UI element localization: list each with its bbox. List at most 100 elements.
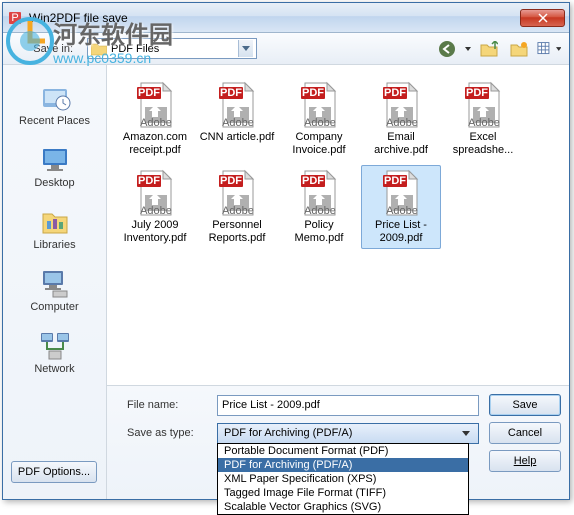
svg-text:Adobe: Adobe xyxy=(386,205,418,217)
view-menu-button[interactable] xyxy=(537,37,561,61)
file-item[interactable]: PDF Adobe Policy Memo.pdf xyxy=(279,165,359,249)
file-list[interactable]: PDF Adobe Amazon.com receipt.pdf PDF Ado… xyxy=(107,65,569,385)
close-button[interactable] xyxy=(520,9,565,27)
filename-input[interactable] xyxy=(217,395,479,416)
save-dialog: P Win2PDF file save Save in: PDF Files xyxy=(2,2,570,500)
savein-combo[interactable]: PDF Files xyxy=(87,38,257,59)
file-name: Excel spreadshe... xyxy=(445,131,521,157)
place-label: Recent Places xyxy=(19,115,90,127)
main-area: PDF Adobe Amazon.com receipt.pdf PDF Ado… xyxy=(107,65,569,499)
svg-text:PDF: PDF xyxy=(302,87,324,99)
toolbar: Save in: PDF Files xyxy=(3,33,569,65)
file-name: Personnel Reports.pdf xyxy=(199,219,275,245)
dropdown-option[interactable]: Tagged Image File Format (TIFF) xyxy=(218,486,468,500)
pdf-options-button[interactable]: PDF Options... xyxy=(11,461,97,483)
chevron-down-icon xyxy=(556,47,562,51)
svg-text:PDF: PDF xyxy=(384,87,406,99)
folder-icon xyxy=(91,42,107,56)
places-bar: Recent Places Desktop Libraries Computer xyxy=(3,65,107,499)
pdf-file-icon: PDF Adobe xyxy=(131,81,179,129)
svg-text:P: P xyxy=(11,12,18,24)
desktop-icon xyxy=(39,143,71,175)
pdf-file-icon: PDF Adobe xyxy=(377,81,425,129)
svg-text:PDF: PDF xyxy=(302,175,324,187)
type-value: PDF for Archiving (PDF/A) xyxy=(224,427,460,439)
dropdown-option[interactable]: PDF for Archiving (PDF/A) xyxy=(218,458,468,472)
svg-text:PDF: PDF xyxy=(384,175,406,187)
svg-text:Adobe: Adobe xyxy=(222,205,254,217)
libraries-icon xyxy=(39,205,71,237)
pdf-file-icon: PDF Adobe xyxy=(377,169,425,217)
file-name: Policy Memo.pdf xyxy=(281,219,357,245)
place-desktop[interactable]: Desktop xyxy=(10,139,100,193)
new-folder-icon xyxy=(510,41,528,57)
file-item[interactable]: PDF Adobe Email archive.pdf xyxy=(361,77,441,161)
type-dropdown[interactable]: Portable Document Format (PDF)PDF for Ar… xyxy=(217,443,469,515)
svg-text:Adobe: Adobe xyxy=(140,205,172,217)
titlebar: P Win2PDF file save xyxy=(3,3,569,33)
svg-text:Adobe: Adobe xyxy=(468,117,500,129)
svg-text:PDF: PDF xyxy=(220,87,242,99)
dropdown-option[interactable]: Scalable Vector Graphics (SVG) xyxy=(218,500,468,514)
help-button[interactable]: Help xyxy=(489,450,561,472)
new-folder-button[interactable] xyxy=(507,37,531,61)
svg-text:PDF: PDF xyxy=(220,175,242,187)
place-label: Libraries xyxy=(33,239,75,251)
file-name: Email archive.pdf xyxy=(363,131,439,157)
file-name: CNN article.pdf xyxy=(200,131,275,144)
back-button[interactable] xyxy=(435,37,459,61)
pdf-file-icon: PDF Adobe xyxy=(131,169,179,217)
pdf-file-icon: PDF Adobe xyxy=(213,169,261,217)
svg-text:Adobe: Adobe xyxy=(140,117,172,129)
file-item[interactable]: PDF Adobe Excel spreadshe... xyxy=(443,77,523,161)
recent-places-icon xyxy=(39,81,71,113)
place-computer[interactable]: Computer xyxy=(10,263,100,317)
pdf-file-icon: PDF Adobe xyxy=(459,81,507,129)
cancel-button[interactable]: Cancel xyxy=(489,422,561,444)
svg-text:PDF: PDF xyxy=(466,87,488,99)
app-icon: P xyxy=(7,10,23,26)
chevron-down-icon xyxy=(242,46,250,51)
pdf-file-icon: PDF Adobe xyxy=(213,81,261,129)
view-icon xyxy=(537,41,554,57)
type-label: Save as type: xyxy=(127,427,217,439)
savein-value: PDF Files xyxy=(111,43,238,55)
file-name: Company Invoice.pdf xyxy=(281,131,357,157)
pdf-file-icon: PDF Adobe xyxy=(295,169,343,217)
dropdown-option[interactable]: Portable Document Format (PDF) xyxy=(218,444,468,458)
back-arrow-icon xyxy=(438,40,456,58)
file-item[interactable]: PDF Adobe Amazon.com receipt.pdf xyxy=(115,77,195,161)
place-recent[interactable]: Recent Places xyxy=(10,77,100,131)
file-item[interactable]: PDF Adobe Personnel Reports.pdf xyxy=(197,165,277,249)
svg-text:PDF: PDF xyxy=(138,87,160,99)
bottom-panel: File name: Save Save as type: PDF for Ar… xyxy=(107,385,569,499)
combo-arrow xyxy=(238,40,253,57)
svg-text:Adobe: Adobe xyxy=(222,117,254,129)
chevron-down-icon xyxy=(460,431,472,436)
file-name: Amazon.com receipt.pdf xyxy=(117,131,193,157)
close-icon xyxy=(538,13,548,23)
place-label: Computer xyxy=(30,301,78,313)
pdf-file-icon: PDF Adobe xyxy=(295,81,343,129)
svg-text:Adobe: Adobe xyxy=(304,205,336,217)
filename-label: File name: xyxy=(127,399,217,411)
place-label: Network xyxy=(34,363,74,375)
dropdown-option[interactable]: XML Paper Specification (XPS) xyxy=(218,472,468,486)
place-network[interactable]: Network xyxy=(10,325,100,379)
file-name: July 2009 Inventory.pdf xyxy=(117,219,193,245)
place-libraries[interactable]: Libraries xyxy=(10,201,100,255)
save-button[interactable]: Save xyxy=(489,394,561,416)
file-item[interactable]: PDF Adobe CNN article.pdf xyxy=(197,77,277,161)
save-as-type-combo[interactable]: PDF for Archiving (PDF/A) xyxy=(217,423,479,444)
up-button[interactable] xyxy=(477,37,501,61)
savein-label: Save in: xyxy=(11,43,81,55)
file-item[interactable]: PDF Adobe July 2009 Inventory.pdf xyxy=(115,165,195,249)
chevron-down-icon xyxy=(465,47,471,51)
file-name: Price List - 2009.pdf xyxy=(363,219,439,245)
folder-up-icon xyxy=(480,41,498,57)
svg-text:PDF: PDF xyxy=(138,175,160,187)
place-label: Desktop xyxy=(34,177,74,189)
file-item[interactable]: PDF Adobe Price List - 2009.pdf xyxy=(361,165,441,249)
svg-text:Adobe: Adobe xyxy=(386,117,418,129)
file-item[interactable]: PDF Adobe Company Invoice.pdf xyxy=(279,77,359,161)
